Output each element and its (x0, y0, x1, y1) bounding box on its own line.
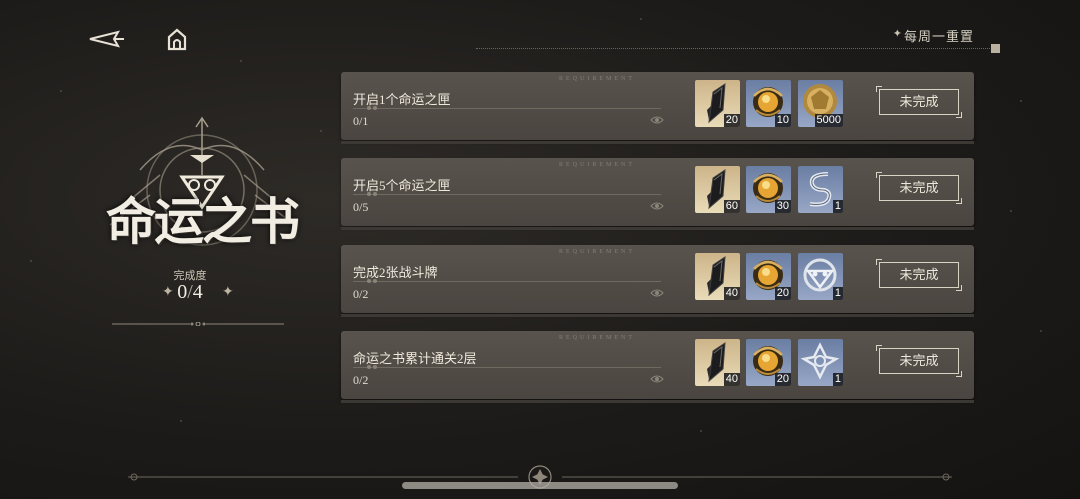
reward-item[interactable]: 60 (695, 166, 740, 213)
weekly-reset-label: 每周一重置 (903, 29, 974, 44)
reward-item[interactable]: 20 (695, 80, 740, 127)
requirement-label: REQUIREMENT (559, 249, 635, 255)
quest-progress-bar (353, 279, 661, 283)
home-button[interactable] (164, 27, 190, 51)
reward-count: 20 (774, 373, 791, 386)
progress-done: 0 (177, 281, 188, 303)
reward-item[interactable]: 30 (746, 166, 791, 213)
reward-count: 20 (723, 114, 740, 127)
quest-card: REQUIREMENT 开启5个命运之匣 0/5 60 30 1 未完成 (341, 158, 974, 230)
home-indicator[interactable] (402, 482, 678, 489)
reward-item[interactable]: 20 (746, 253, 791, 300)
quest-progress-text: 0/2 (353, 287, 369, 301)
quest-progress-bar (353, 192, 661, 196)
reward-item[interactable]: 40 (695, 253, 740, 300)
back-arrow-icon (89, 30, 124, 48)
reward-item[interactable]: 5000 (798, 80, 843, 127)
eye-icon[interactable] (650, 288, 664, 298)
requirement-label: REQUIREMENT (559, 162, 635, 168)
reward-count: 5000 (814, 114, 843, 127)
header-divider (476, 48, 992, 49)
quest-card: REQUIREMENT 命运之书累计通关2层 0/2 40 20 1 未完成 (341, 331, 974, 403)
book-title: 命运之书 (106, 194, 300, 250)
reward-count: 1 (832, 200, 843, 213)
quest-title: 命运之书累计通关2层 (353, 351, 477, 366)
eye-icon[interactable] (650, 201, 664, 211)
quest-progress-bar (353, 365, 661, 369)
reward-count: 60 (723, 200, 740, 213)
header-divider-end (991, 44, 1000, 53)
requirement-label: REQUIREMENT (559, 335, 635, 341)
quest-progress-bar (353, 106, 661, 110)
quest-card: REQUIREMENT 开启1个命运之匣 0/1 20 10 5000 未完成 (341, 72, 974, 144)
reward-count: 40 (723, 287, 740, 300)
reward-count: 20 (774, 287, 791, 300)
quest-progress-text: 0/2 (353, 373, 369, 387)
quest-status-button[interactable]: 未完成 (876, 172, 962, 204)
sparkle-icon: ✦ (222, 285, 234, 300)
reward-count: 1 (832, 373, 843, 386)
reward-count: 40 (723, 373, 740, 386)
requirement-label: REQUIREMENT (559, 76, 635, 82)
sparkle-icon: ✦ (892, 28, 902, 40)
quest-progress-text: 0/5 (353, 200, 369, 214)
eye-icon[interactable] (650, 115, 664, 125)
reward-count: 10 (774, 114, 791, 127)
back-button[interactable] (88, 28, 128, 50)
quest-card: REQUIREMENT 完成2张战斗牌 0/2 40 20 1 未完成 (341, 245, 974, 317)
quest-status-button[interactable]: 未完成 (876, 345, 962, 377)
ornament-divider (112, 322, 284, 326)
quest-title: 完成2张战斗牌 (353, 265, 438, 280)
reward-count: 30 (774, 200, 791, 213)
reward-item[interactable]: 10 (746, 80, 791, 127)
eye-icon[interactable] (650, 374, 664, 384)
quest-status-button[interactable]: 未完成 (876, 259, 962, 291)
progress-total: 4 (192, 281, 203, 303)
home-icon (167, 28, 187, 51)
reward-count: 1 (832, 287, 843, 300)
quest-status-button[interactable]: 未完成 (876, 86, 962, 118)
reward-item[interactable]: 40 (695, 339, 740, 386)
reward-item[interactable]: 20 (746, 339, 791, 386)
reward-item[interactable]: 1 (798, 339, 843, 386)
reward-item[interactable]: 1 (798, 166, 843, 213)
quest-progress-text: 0/1 (353, 114, 369, 128)
reward-item[interactable]: 1 (798, 253, 843, 300)
